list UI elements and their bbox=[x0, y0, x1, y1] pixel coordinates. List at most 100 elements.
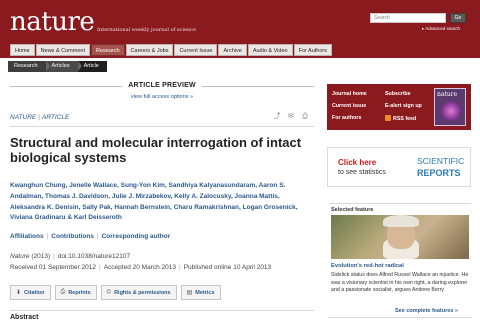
breadcrumb-arrow-icon bbox=[45, 61, 50, 71]
rights-permissions-button[interactable]: © Rights & permissions bbox=[100, 285, 177, 300]
site-tagline: International weekly journal of science bbox=[97, 27, 196, 33]
affiliation-links: Affiliations | Contributions | Corresponding… bbox=[10, 233, 170, 240]
reprints-label: Reprints bbox=[68, 289, 91, 296]
search-go-button[interactable]: Go bbox=[450, 13, 466, 23]
printer-icon: ⎙ bbox=[60, 289, 66, 295]
breadcrumb-research[interactable]: Research bbox=[8, 61, 50, 72]
metrics-button[interactable]: ▤ Metrics bbox=[180, 285, 221, 300]
site-header: nature International weekly journal of s… bbox=[0, 0, 480, 58]
separator: | bbox=[96, 233, 99, 240]
reprints-button[interactable]: ⎙ Reprints bbox=[54, 285, 97, 300]
divider bbox=[329, 317, 471, 318]
see-features-label: See complete features bbox=[395, 308, 454, 314]
article-title: Structural and molecular interrogation o… bbox=[10, 135, 302, 165]
main-nav: Home News & Comment Research Careers & J… bbox=[10, 44, 333, 56]
for-authors-link[interactable]: For authors bbox=[332, 115, 361, 121]
separator: | bbox=[179, 264, 181, 271]
abstract-heading: Abstract bbox=[10, 314, 39, 321]
feature-summary: Sidelick status does Alfred Russel Walla… bbox=[331, 272, 469, 294]
portrait-hair bbox=[383, 215, 419, 227]
advanced-search-label: Advanced search bbox=[425, 26, 461, 31]
separator: | bbox=[46, 233, 49, 240]
author-list[interactable]: Kwanghun Chung, Jenelle Wallace, Sung-Yo… bbox=[10, 181, 312, 224]
breadcrumb-label: Article bbox=[83, 63, 99, 69]
article-preview-label: ARTICLE PREVIEW bbox=[122, 82, 202, 89]
article-kicker: NATURE | ARTICLE bbox=[10, 114, 69, 121]
nav-current-issue[interactable]: Current Issue bbox=[174, 44, 218, 56]
article-tools: ⤴ ✉ ⎙ bbox=[273, 113, 309, 121]
rss-feed-link[interactable]: RSS feed bbox=[385, 115, 416, 122]
divider bbox=[10, 126, 314, 127]
scientific-reports-ad[interactable]: Click here to see statistics SCIENTIFIC … bbox=[327, 147, 471, 187]
divider bbox=[10, 310, 314, 311]
journal-cover-image[interactable]: nature bbox=[434, 88, 466, 126]
subscribe-link[interactable]: Subscribe bbox=[385, 91, 411, 97]
breadcrumb-label: Research bbox=[14, 63, 38, 69]
full-access-label: view full access options bbox=[130, 94, 189, 100]
breadcrumb-articles[interactable]: Articles bbox=[45, 61, 82, 72]
chart-icon: ▤ bbox=[186, 290, 193, 296]
article-type-link[interactable]: ARTICLE bbox=[42, 114, 69, 121]
ad-brand-line1: SCIENTIFIC bbox=[417, 156, 465, 166]
citation-line: Nature (2013) | doi:10.1038/nature12107 bbox=[10, 253, 130, 260]
chevron-right-icon: » bbox=[189, 94, 194, 100]
nav-archive[interactable]: Archive bbox=[218, 44, 247, 56]
divider bbox=[329, 203, 471, 204]
corresponding-author-link[interactable]: Corresponding author bbox=[102, 233, 171, 240]
citation-year: (2013) bbox=[31, 253, 51, 260]
rss-icon bbox=[385, 115, 391, 121]
advanced-search-link[interactable]: ▸Advanced search bbox=[422, 26, 460, 32]
accepted-date: Accepted 20 March 2013 bbox=[103, 264, 176, 271]
nav-for-authors[interactable]: For Authors bbox=[293, 44, 333, 56]
published-date: Published online 10 April 2013 bbox=[183, 264, 272, 271]
nav-research[interactable]: Research bbox=[91, 44, 125, 56]
breadcrumb-article: Article bbox=[77, 61, 107, 72]
download-icon: ⬇ bbox=[16, 290, 22, 296]
breadcrumb: Research Articles Article bbox=[8, 61, 107, 72]
copyright-icon: © bbox=[106, 289, 112, 296]
ad-subtext: to see statistics bbox=[338, 169, 386, 176]
feature-title-link[interactable]: Evolution's red-hot radical bbox=[331, 263, 404, 269]
article-actions: ⬇ Citation ⎙ Reprints © Rights & permission… bbox=[10, 285, 221, 300]
arrow-right-icon: ▸ bbox=[422, 26, 425, 31]
metrics-label: Metrics bbox=[195, 289, 215, 296]
e-alert-link[interactable]: E-alert sign up bbox=[385, 103, 422, 109]
share-icon[interactable]: ⤴ bbox=[273, 113, 281, 121]
breadcrumb-label: Articles bbox=[51, 63, 70, 69]
current-issue-link[interactable]: Current issue bbox=[332, 103, 366, 109]
separator: | bbox=[53, 253, 55, 260]
article-preview-heading: ARTICLE PREVIEW bbox=[10, 82, 314, 89]
nature-logo[interactable]: nature bbox=[10, 9, 95, 35]
nav-audio-video[interactable]: Audio & Video bbox=[247, 44, 293, 56]
affiliations-link[interactable]: Affiliations bbox=[10, 233, 44, 240]
received-date: Received 01 September 2012 bbox=[10, 264, 97, 271]
feature-image[interactable] bbox=[331, 215, 469, 259]
breadcrumb-arrow-icon bbox=[77, 61, 82, 71]
citation-button[interactable]: ⬇ Citation bbox=[10, 285, 51, 300]
citation-label: Citation bbox=[24, 289, 45, 296]
rights-label: Rights & permissions bbox=[114, 289, 171, 296]
nav-home[interactable]: Home bbox=[10, 44, 35, 56]
ad-click-here: Click here bbox=[338, 158, 377, 167]
nav-news-comment[interactable]: News & Comment bbox=[35, 44, 90, 56]
separator: | bbox=[99, 264, 101, 271]
ad-brand-line2: REPORTS bbox=[417, 168, 461, 178]
cover-art bbox=[441, 101, 461, 121]
doi: doi:10.1038/nature12107 bbox=[57, 253, 131, 260]
full-access-options-link[interactable]: view full access options » bbox=[10, 94, 314, 100]
email-icon[interactable]: ✉ bbox=[287, 113, 295, 121]
history-dates: Received 01 September 2012 | Accepted 20 M… bbox=[10, 264, 271, 271]
print-icon[interactable]: ⎙ bbox=[301, 113, 309, 121]
chevron-right-icon: » bbox=[454, 308, 458, 314]
search-input[interactable]: Search bbox=[370, 13, 446, 23]
citation-journal: Nature bbox=[10, 253, 30, 260]
separator: | bbox=[38, 114, 40, 121]
see-complete-features-link[interactable]: See complete features » bbox=[395, 308, 458, 314]
journal-name-link[interactable]: NATURE bbox=[10, 114, 36, 121]
journal-home-link[interactable]: Journal home bbox=[332, 91, 367, 97]
nav-careers-jobs[interactable]: Careers & Jobs bbox=[125, 44, 174, 56]
cover-title: nature bbox=[437, 91, 458, 98]
rss-label: RSS feed bbox=[393, 116, 417, 122]
selected-feature-heading: Selected feature bbox=[331, 207, 374, 213]
contributions-link[interactable]: Contributions bbox=[51, 233, 94, 240]
